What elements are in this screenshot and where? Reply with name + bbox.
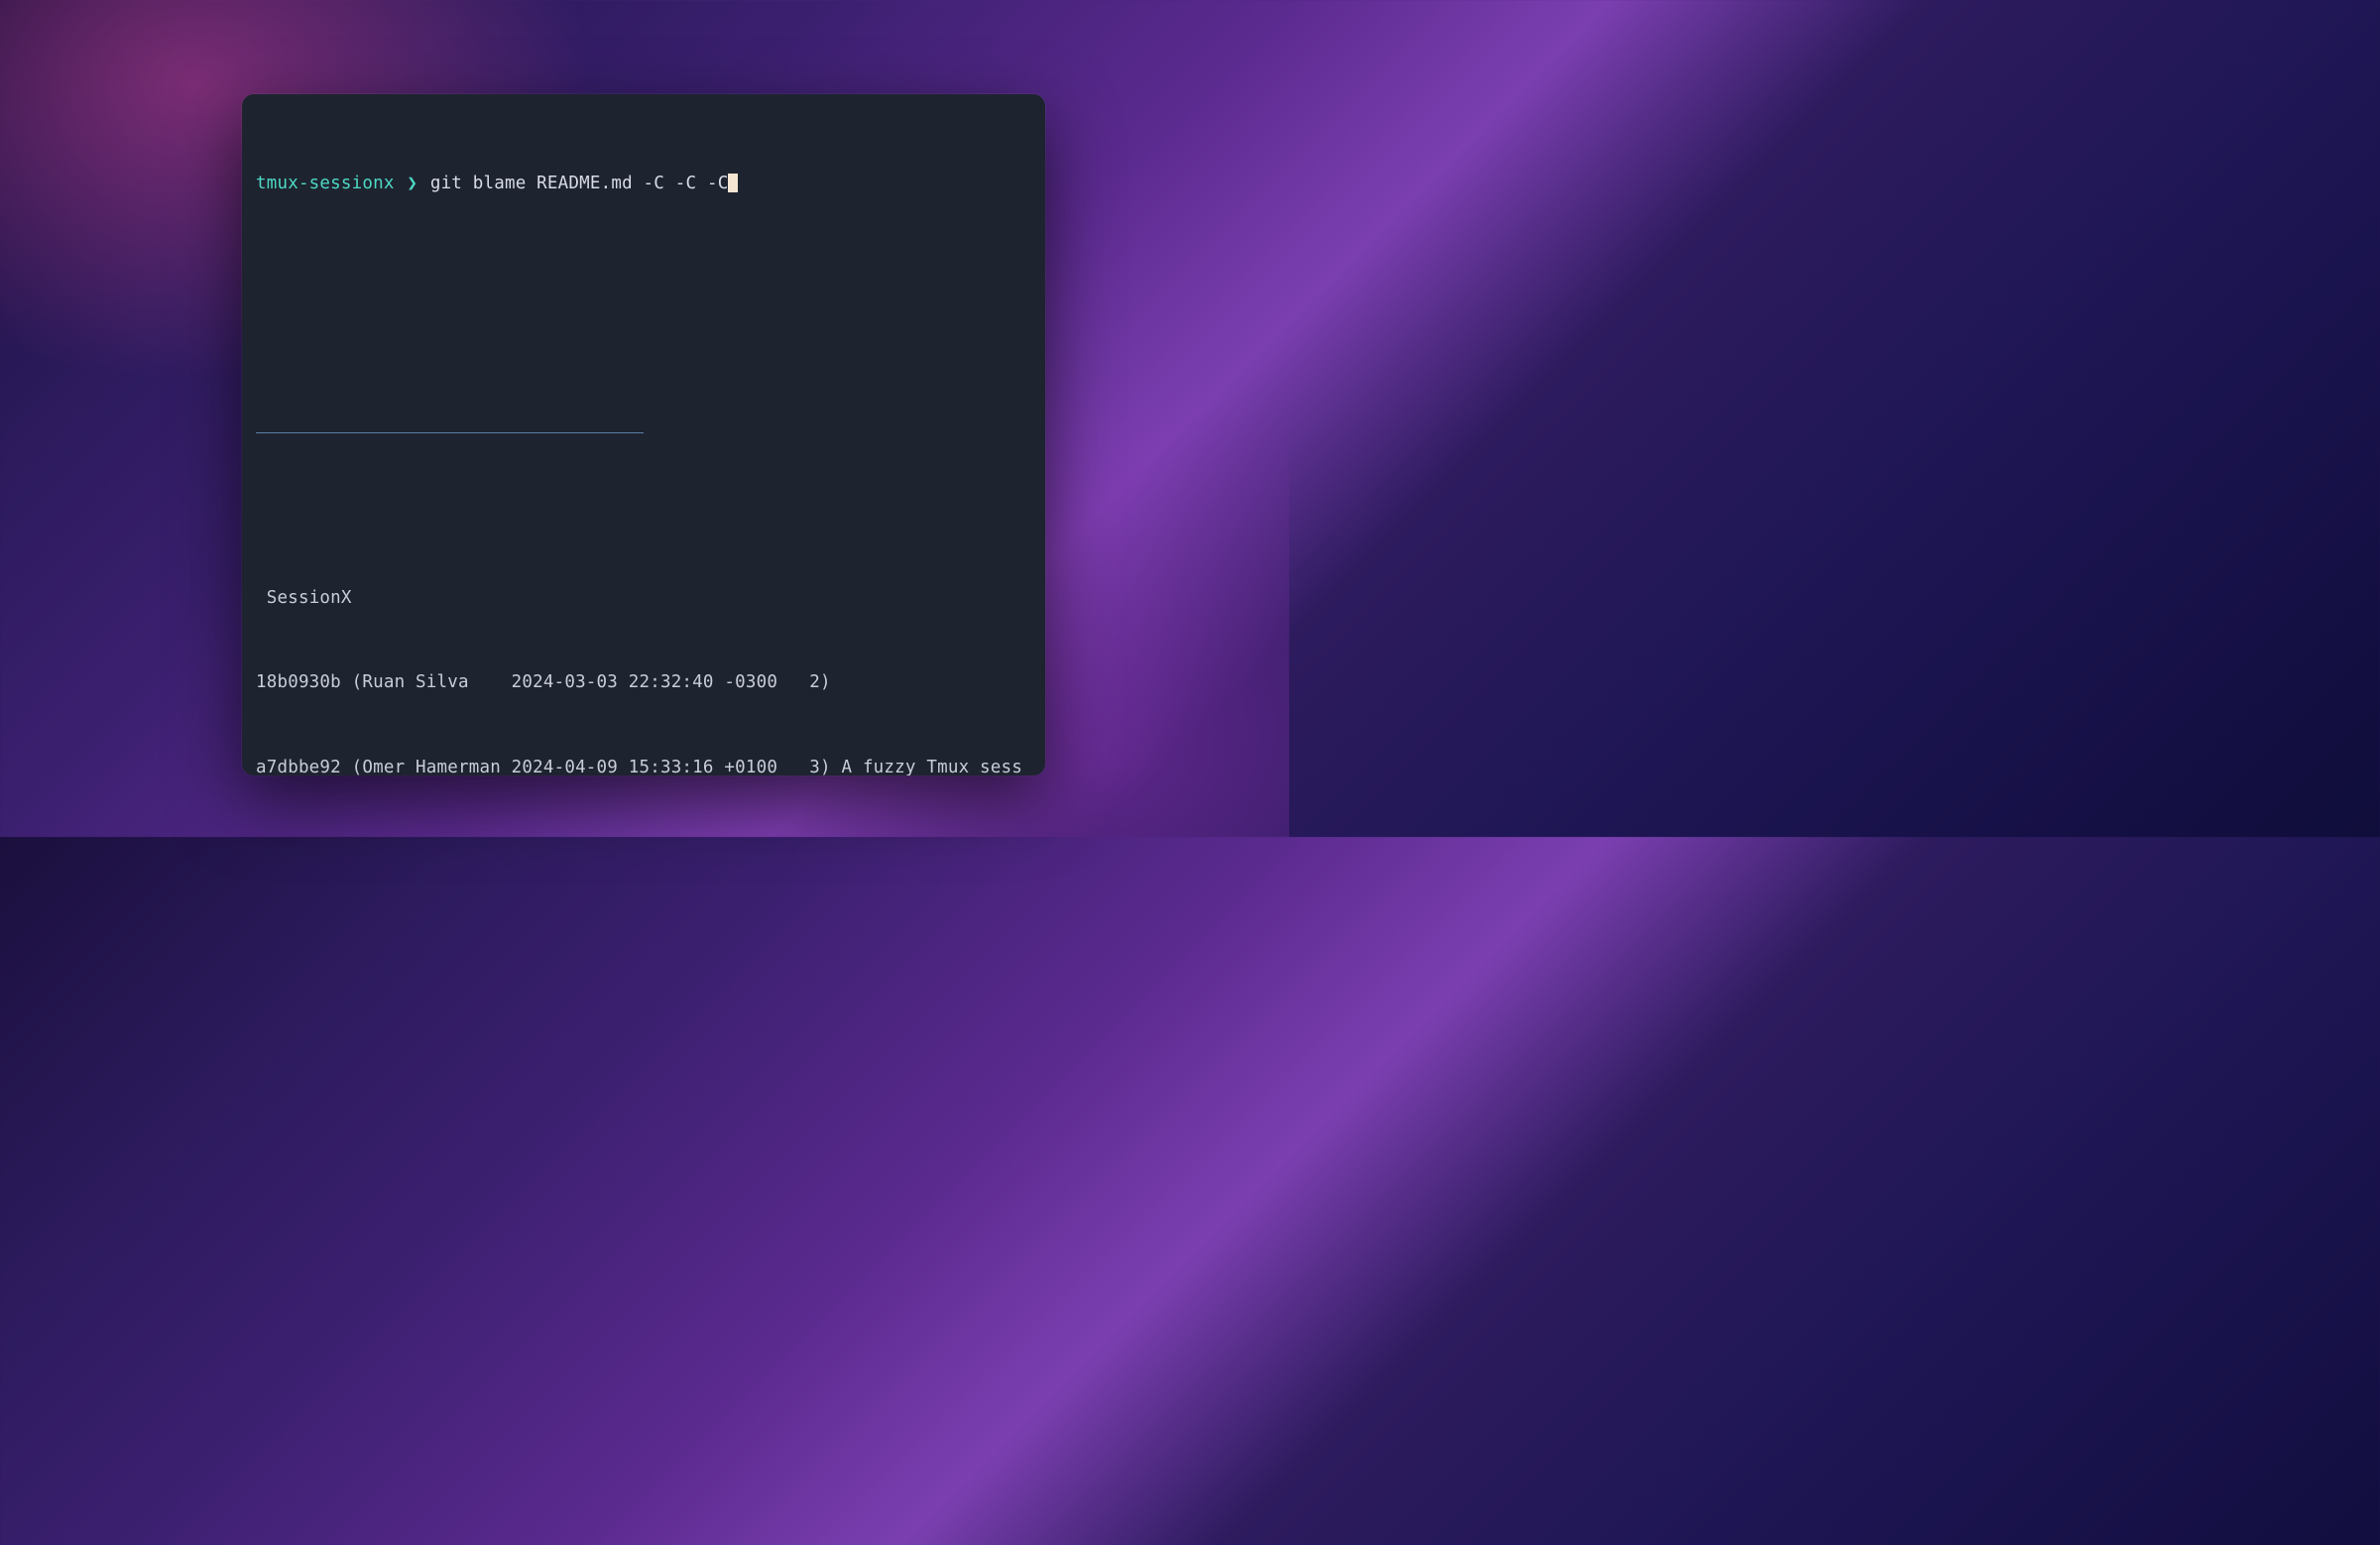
- divider: [256, 432, 1031, 433]
- cursor-icon: [728, 174, 738, 192]
- terminal-output: SessionX 18b0930b (Ruan Silva 2024-03-03…: [256, 528, 1031, 775]
- prompt-command: git blame README.md -C -C -C: [430, 170, 729, 198]
- blame-line: a7dbbe92 (Omer Hamerman 2024-04-09 15:33…: [256, 754, 1031, 775]
- terminal-content[interactable]: tmux-sessionx ❯ git blame README.md -C -…: [242, 94, 1045, 775]
- prompt-context: tmux-sessionx: [256, 170, 395, 198]
- blame-line: 18b0930b (Ruan Silva 2024-03-03 22:32:40…: [256, 668, 1031, 697]
- prompt-separator-icon: ❯: [407, 170, 417, 198]
- terminal-window[interactable]: tmux-sessionx ❯ git blame README.md -C -…: [242, 94, 1045, 775]
- prompt-line: tmux-sessionx ❯ git blame README.md -C -…: [256, 170, 1031, 198]
- output-header: SessionX: [256, 584, 1031, 613]
